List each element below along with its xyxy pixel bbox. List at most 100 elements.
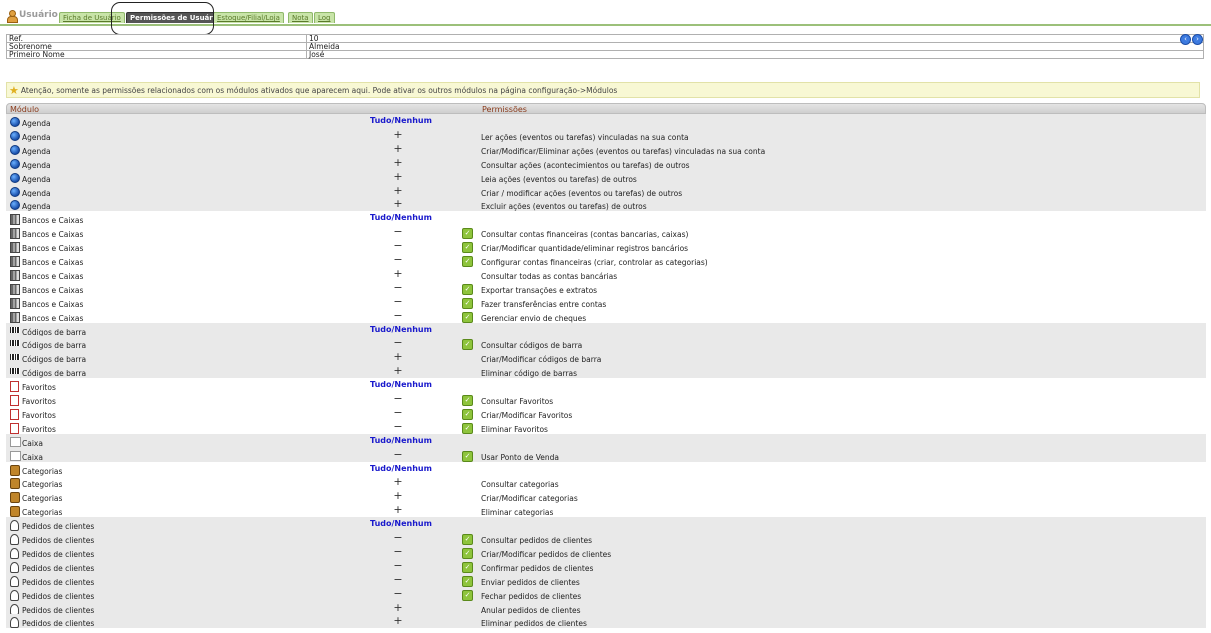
revoke-permission-button[interactable]: − <box>391 337 405 349</box>
revoke-permission-button[interactable]: − <box>391 532 405 544</box>
revoke-permission-button[interactable]: − <box>391 559 405 572</box>
grant-permission-button[interactable]: + <box>391 198 405 210</box>
permission-description: Exportar transações e extratos <box>481 285 598 295</box>
permission-description: Ler ações (eventos ou tarefas) vinculada… <box>481 132 689 142</box>
permission-row: Códigos de barra − ✓ Consultar códigos de b… <box>6 336 1206 351</box>
warning-text: Atenção, somente as permissões relaciona… <box>20 85 618 95</box>
grant-permission-button[interactable]: + <box>391 142 405 155</box>
module-name: Pedidos de clientes <box>22 522 95 532</box>
bank-icon <box>10 311 20 323</box>
tab-log[interactable]: Log <box>314 12 335 23</box>
module-name: Agenda <box>22 160 51 170</box>
revoke-permission-button[interactable]: − <box>391 420 405 433</box>
info-label: Primeiro Nome <box>6 50 307 59</box>
globe-icon <box>10 158 20 169</box>
cashbox-icon <box>10 436 21 447</box>
module-row: Agenda Tudo/Nenhum <box>6 114 1206 128</box>
info-row-ref: Ref. 10 <box>6 34 1204 43</box>
checkmark-icon: ✓ <box>462 283 473 295</box>
grant-permission-button[interactable]: + <box>391 267 405 280</box>
all-none-link[interactable]: Tudo/Nenhum <box>370 380 432 389</box>
module-name: Agenda <box>22 202 51 212</box>
grant-permission-button[interactable]: + <box>391 156 405 169</box>
module-row: Pedidos de clientes Tudo/Nenhum <box>6 517 1206 532</box>
revoke-permission-button[interactable]: − <box>391 393 405 405</box>
permission-description: Consultar pedidos de clientes <box>481 536 593 545</box>
all-none-link[interactable]: Tudo/Nenhum <box>370 464 432 473</box>
category-icon <box>10 478 20 490</box>
grant-permission-button[interactable]: + <box>391 601 405 614</box>
revoke-permission-button[interactable]: − <box>391 295 405 308</box>
module-name: Favoritos <box>22 410 56 420</box>
revoke-permission-button[interactable]: − <box>391 448 405 461</box>
permission-row: Favoritos − ✓ Criar/Modificar Favoritos <box>6 406 1206 420</box>
permission-row: Agenda + Excluir ações (eventos ou tarefas… <box>6 197 1206 212</box>
permission-row: Favoritos − ✓ Consultar Favoritos <box>6 392 1206 406</box>
tab-stock-branch[interactable]: Estoque/Filial/Loja <box>213 12 284 23</box>
permission-description: Usar Ponto de Venda <box>481 452 560 462</box>
module-name: Favoritos <box>22 383 56 393</box>
module-name: Favoritos <box>22 397 56 406</box>
permission-description: Configurar contas financeiras (criar, co… <box>481 258 708 267</box>
grant-permission-button[interactable]: + <box>391 615 405 627</box>
revoke-permission-button[interactable]: − <box>391 226 405 238</box>
category-icon <box>10 492 20 504</box>
tab-user-card[interactable]: Ficha de Usuário <box>59 12 125 23</box>
module-name: Bancos e Caixas <box>22 271 84 281</box>
permission-row: Pedidos de clientes − ✓ Enviar pedidos de c… <box>6 572 1206 587</box>
revoke-permission-button[interactable]: − <box>391 309 405 322</box>
tab-bar: Usuário Ficha de Usuário Permissões de U… <box>0 0 1211 26</box>
module-name: Códigos de barra <box>22 355 87 365</box>
permission-row: Categorias + Eliminar categorias <box>6 503 1206 518</box>
revoke-permission-button[interactable]: − <box>391 406 405 419</box>
permission-description: Criar/Modificar categorias <box>481 494 578 504</box>
grant-permission-button[interactable]: + <box>391 184 405 197</box>
module-name: Bancos e Caixas <box>22 244 84 254</box>
globe-icon <box>10 130 20 141</box>
revoke-permission-button[interactable]: − <box>391 240 405 252</box>
user-label: Usuário <box>19 10 58 20</box>
revoke-permission-button[interactable]: − <box>391 281 405 294</box>
barcode-icon <box>10 354 20 361</box>
grant-permission-button[interactable]: + <box>391 365 405 377</box>
order-icon <box>10 589 19 601</box>
all-none-link[interactable]: Tudo/Nenhum <box>370 213 432 222</box>
revoke-permission-button[interactable]: − <box>391 254 405 266</box>
all-none-link[interactable]: Tudo/Nenhum <box>370 519 432 528</box>
revoke-permission-button[interactable]: − <box>391 573 405 586</box>
checkmark-icon: ✓ <box>462 256 473 267</box>
revoke-permission-button[interactable]: − <box>391 587 405 600</box>
tab-user-permissions[interactable]: Permissões de Usuário <box>126 12 224 23</box>
tab-note[interactable]: Nota <box>288 12 313 23</box>
grant-permission-button[interactable]: + <box>391 504 405 516</box>
module-name: Caixa <box>22 452 43 462</box>
all-none-link[interactable]: Tudo/Nenhum <box>370 116 432 125</box>
grant-permission-button[interactable]: + <box>391 476 405 488</box>
permissions-header: Módulo Permissões <box>6 103 1206 114</box>
permission-description: Anular pedidos de clientes <box>481 605 581 615</box>
all-none-link[interactable]: Tudo/Nenhum <box>370 325 432 334</box>
globe-icon <box>10 186 20 197</box>
permission-row: Agenda + Criar / modificar ações (eventos … <box>6 183 1206 198</box>
permission-description: Criar/Modificar códigos de barra <box>481 355 602 365</box>
module-name: Agenda <box>22 188 51 198</box>
grant-permission-button[interactable]: + <box>391 128 405 141</box>
permission-description: Eliminar Favoritos <box>481 424 548 434</box>
revoke-permission-button[interactable]: − <box>391 545 405 558</box>
permission-row: Categorias + Consultar categorias <box>6 475 1206 490</box>
user-icon <box>6 9 18 23</box>
checkmark-icon: ✓ <box>462 589 473 601</box>
grant-permission-button[interactable]: + <box>391 351 405 363</box>
all-none-link[interactable]: Tudo/Nenhum <box>370 436 432 445</box>
next-record-icon[interactable]: › <box>1192 34 1203 45</box>
previous-record-icon[interactable]: ‹ <box>1180 34 1191 45</box>
permission-description: Consultar categorias <box>481 480 559 490</box>
checkmark-icon: ✓ <box>462 408 473 420</box>
grant-permission-button[interactable]: + <box>391 490 405 502</box>
permission-row: Bancos e Caixas − ✓ Gerenciar envio de cheq… <box>6 309 1206 323</box>
permission-row: Agenda + Ler ações (eventos ou tarefas) vi… <box>6 127 1206 142</box>
permission-row: Bancos e Caixas − ✓ Fazer transferências en… <box>6 295 1206 309</box>
grant-permission-button[interactable]: + <box>391 170 405 183</box>
permission-row: Códigos de barra + Criar/Modificar códigos… <box>6 350 1206 365</box>
permission-row: Pedidos de clientes − ✓ Consultar pedidos d… <box>6 531 1206 545</box>
